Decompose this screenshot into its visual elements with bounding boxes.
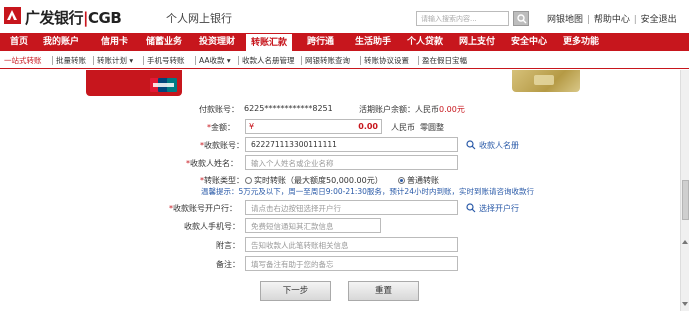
amount-input[interactable]: ¥ 0.00 [245,119,382,134]
nav-investment[interactable]: 投资理财 [199,33,235,51]
reset-button[interactable]: 重置 [348,281,419,301]
subnav-holiday-treasure[interactable]: 盈在假日宝幅 [422,55,467,66]
transfer-type-label: *转账类型： [200,176,244,185]
nav-online-payment[interactable]: 网上支付 [459,33,495,51]
nav-home[interactable]: 首页 [10,33,28,51]
sub-nav: 一站式转账 批量转账 转账计划 ▾ 手机号转账 AA收款 ▾ 收款人名册管理 网… [0,51,689,69]
nav-security-center[interactable]: 安全中心 [511,33,547,51]
site-subtitle: 个人网上银行 [166,12,232,25]
payer-account-label: 付款账号： [199,105,239,114]
scroll-up-icon[interactable] [682,240,688,244]
radio-unchecked-icon [245,177,252,184]
payee-account-label: *收款账号： [200,141,244,150]
phone-label: 收款人手机号： [184,222,240,231]
search-icon [466,140,476,150]
radio-checked-icon [398,177,405,184]
subnav-transfer-plan[interactable]: 转账计划 ▾ [97,55,133,66]
search-icon [517,14,527,24]
next-step-button[interactable]: 下一步 [260,281,331,301]
logout-link[interactable]: 安全退出 [641,15,677,25]
search-button[interactable] [513,11,529,26]
bank-input[interactable]: 请点击右边按钮选择开户行 [245,200,458,215]
remark-label: 备注： [216,260,240,269]
subnav-payee-list[interactable]: 收款人名册管理 [242,55,295,66]
bank-label: *收款账号开户行： [169,204,237,213]
postscript-input[interactable]: 告知收款人此笔转账相关信息 [245,237,458,252]
top-links: 网银地图 | 帮助中心 | 安全退出 [547,15,677,25]
search-input[interactable]: 请输入搜索内容... [416,11,509,26]
subnav-agreement-settings[interactable]: 转账协议设置 [364,55,409,66]
remark-input[interactable]: 填写备注有助于您的备忘 [245,256,458,271]
main-nav: 首页 我的账户 信用卡 储蓄业务 投资理财 转账汇款 跨行通 生活助手 个人贷款… [0,33,689,51]
transfer-type-normal-option[interactable]: 普通转账 [398,175,439,186]
unionpay-logo-icon [150,78,177,92]
nav-transfer[interactable]: 转账汇款 [245,33,294,51]
phone-input[interactable]: 免费短信通知其汇款信息 [245,218,381,233]
site-map-link[interactable]: 网银地图 [547,15,583,25]
subnav-aa-collect[interactable]: AA收款 ▾ [199,55,231,66]
select-bank-button[interactable]: 选择开户行 [466,203,519,214]
payee-name-label: *收款人姓名： [186,159,238,168]
subnav-transfer-query[interactable]: 网银转账查询 [305,55,350,66]
scrollbar-thumb[interactable] [682,180,689,220]
nav-life-assistant[interactable]: 生活助手 [355,33,391,51]
balance-info: 活期账户余额：人民币0.00元 [359,105,465,114]
nav-savings[interactable]: 储蓄业务 [146,33,182,51]
amount-in-words: 零圆整 [420,123,444,132]
search-icon [466,203,476,213]
nav-more[interactable]: 更多功能 [563,33,599,51]
payee-account-input[interactable]: 622271113300111111 [245,137,458,152]
transfer-tip: 温馨提示：5万元及以下，周一至周日9:00-21:30服务，预计24小时内到账，… [201,187,534,196]
amount-label: *金额： [207,123,235,132]
subnav-phone-transfer[interactable]: 手机号转账 [147,55,185,66]
vertical-scrollbar[interactable] [680,70,689,311]
credit-card-image [512,70,580,92]
payee-name-input[interactable]: 输入个人姓名或企业名称 [245,155,458,170]
site-header: 广发银行|CGB 个人网上银行 请输入搜索内容... 网银地图 | 帮助中心 |… [0,0,689,32]
chevron-down-icon: ▾ [226,56,231,65]
subnav-one-stop-transfer[interactable]: 一站式转账 [4,55,42,66]
amount-currency: 人民币 [391,123,415,132]
nav-personal-loan[interactable]: 个人贷款 [407,33,443,51]
nav-credit-card[interactable]: 信用卡 [101,33,128,51]
nav-interbank[interactable]: 跨行通 [307,33,334,51]
subnav-batch-transfer[interactable]: 批量转账 [56,55,86,66]
scroll-down-icon[interactable] [682,302,688,306]
payer-account-value: 6225************8251 [244,104,333,113]
postscript-label: 附言： [216,241,240,250]
chevron-down-icon: ▾ [129,56,134,65]
bank-name: 广发银行|CGB [25,9,122,27]
transfer-type-realtime-option[interactable]: 实时转账（最大额度50,000.00元） [245,175,383,186]
cgb-logo-icon [4,7,21,24]
payee-list-button[interactable]: 收款人名册 [466,140,519,151]
nav-my-account[interactable]: 我的账户 [43,33,79,51]
help-center-link[interactable]: 帮助中心 [594,15,630,25]
